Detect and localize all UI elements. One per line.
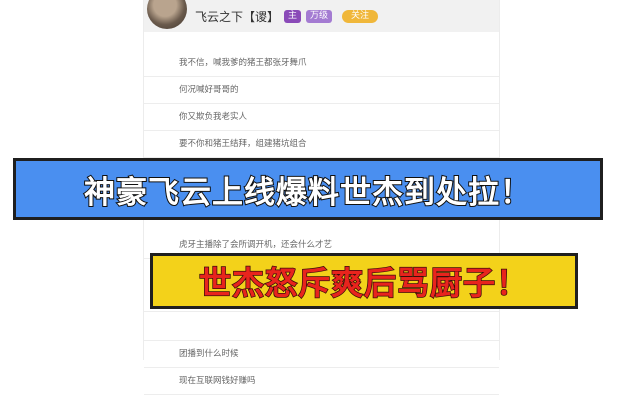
headline-text: 神豪飞云上线爆料世杰到处拉！ [83,174,532,212]
host-badge-icon: 主 [284,9,302,23]
avatar[interactable] [147,0,187,29]
list-item: 现在互联网钱好赚吗 [144,368,499,395]
list-item: 何况喊好哥哥的 [144,77,499,104]
headline-banner: 神豪飞云上线爆料世杰到处拉！ [13,158,603,220]
level-badge: 万级 [306,9,333,23]
follow-button[interactable]: 关注 [342,9,379,23]
subheadline-text: 世杰怒斥爽后骂厨子！ [198,263,529,303]
list-item: 我不信，喊我爹的猪王都张牙舞爪 [144,50,499,77]
list-item: 你又欺负我老实人 [144,104,499,131]
subheadline-banner: 世杰怒斥爽后骂厨子！ [150,253,578,309]
username[interactable]: 飞云之下【谡】 [195,8,279,25]
user-header: 飞云之下【谡】 主 万级 关注 [144,0,499,32]
message-list: 我不信，喊我爹的猪王都张牙舞爪 何况喊好哥哥的 你又欺负我老实人 要不你和猪王结… [144,50,499,158]
list-item: 团播到什么时候 [144,341,499,368]
list-item: 要不你和猪王结拜，组建猪坑组合 [144,131,499,158]
list-item-hidden [144,312,499,341]
